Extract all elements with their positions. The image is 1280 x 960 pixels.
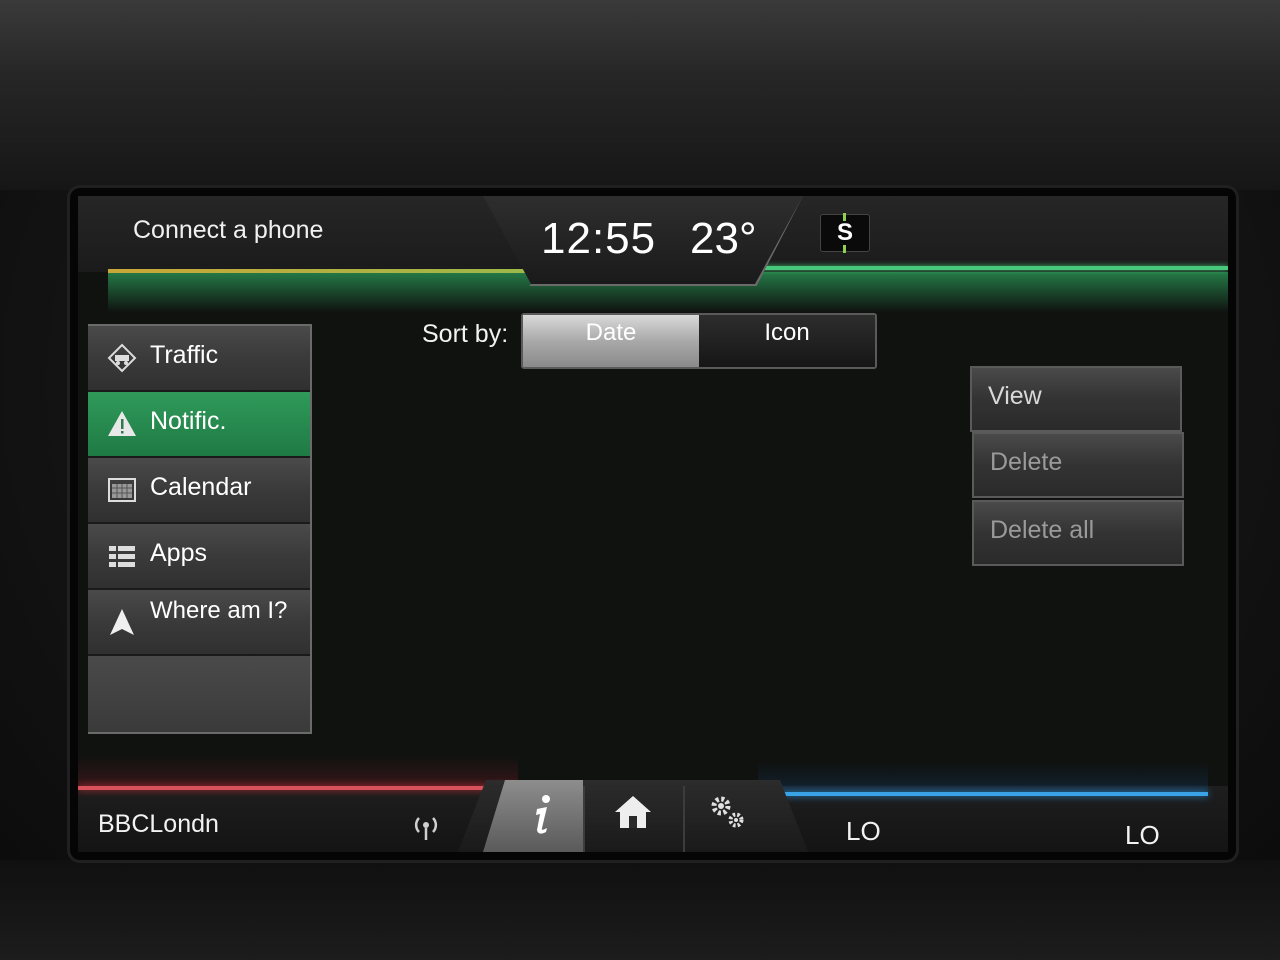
audio-accent-line	[78, 786, 518, 790]
infotainment-screen: Connect a phone 12:55 23° S Traffic Noti…	[78, 196, 1228, 852]
home-button[interactable]	[593, 792, 673, 846]
dashboard-bezel-bottom	[0, 860, 1280, 960]
sort-option-icon[interactable]: Icon	[699, 315, 875, 367]
sort-option-date[interactable]: Date	[523, 315, 699, 367]
climate-accent-line	[758, 792, 1208, 796]
side-menu-empty-slot	[88, 656, 310, 732]
compass-badge: S	[820, 213, 870, 253]
climate-accent-glow	[758, 762, 1208, 792]
sidebar-item-label: Calendar	[150, 473, 252, 501]
delete-all-button[interactable]: Delete all	[972, 500, 1184, 566]
sidebar-item-traffic[interactable]: Traffic	[88, 326, 310, 392]
sidebar-item-apps[interactable]: Apps	[88, 524, 310, 590]
view-button-label: View	[988, 382, 1042, 410]
info-icon	[536, 795, 550, 834]
outside-temperature: 23°	[690, 214, 757, 263]
sidebar-item-label: Where am I?	[150, 597, 288, 624]
settings-gears-icon	[711, 796, 744, 828]
delete-all-button-label: Delete all	[990, 516, 1095, 544]
calendar-icon	[106, 474, 138, 506]
nav-divider	[683, 786, 685, 852]
sidebar-item-label: Traffic	[150, 341, 219, 369]
clock-time: 12:55	[541, 214, 657, 263]
side-menu: Traffic Notific. Calendar Apps Where am …	[88, 324, 312, 734]
apps-list-icon	[106, 540, 138, 572]
sort-by-label: Sort by:	[422, 320, 509, 348]
sidebar-item-calendar[interactable]: Calendar	[88, 458, 310, 524]
sidebar-item-notifications[interactable]: Notific.	[88, 392, 310, 458]
sort-toggle: Date Icon	[521, 313, 877, 369]
warning-icon	[106, 408, 138, 440]
info-button[interactable]	[503, 792, 583, 846]
nav-divider	[583, 786, 585, 852]
sidebar-item-label: Apps	[150, 539, 207, 567]
radio-station-name[interactable]: BBCLondn	[98, 810, 219, 839]
settings-button[interactable]	[688, 792, 768, 846]
audio-accent-glow	[78, 756, 518, 786]
view-button[interactable]: View	[970, 366, 1182, 432]
dashboard-bezel-top	[0, 0, 1280, 190]
navigation-arrow-icon	[106, 606, 138, 638]
home-icon	[615, 796, 651, 828]
delete-button-label: Delete	[990, 448, 1063, 476]
traffic-icon	[106, 342, 138, 374]
status-accent-line-right	[758, 266, 1228, 270]
sidebar-item-where-am-i[interactable]: Where am I?	[88, 590, 310, 656]
sidebar-item-label: Notific.	[150, 407, 227, 435]
connect-phone-text[interactable]: Connect a phone	[133, 216, 323, 245]
driver-temp-setting[interactable]: LO	[846, 816, 881, 847]
delete-button[interactable]: Delete	[972, 432, 1184, 498]
signal-broadcast-icon[interactable]	[408, 810, 444, 846]
status-accent-line-left	[108, 269, 528, 273]
passenger-temp-setting[interactable]: LO	[1125, 820, 1160, 851]
